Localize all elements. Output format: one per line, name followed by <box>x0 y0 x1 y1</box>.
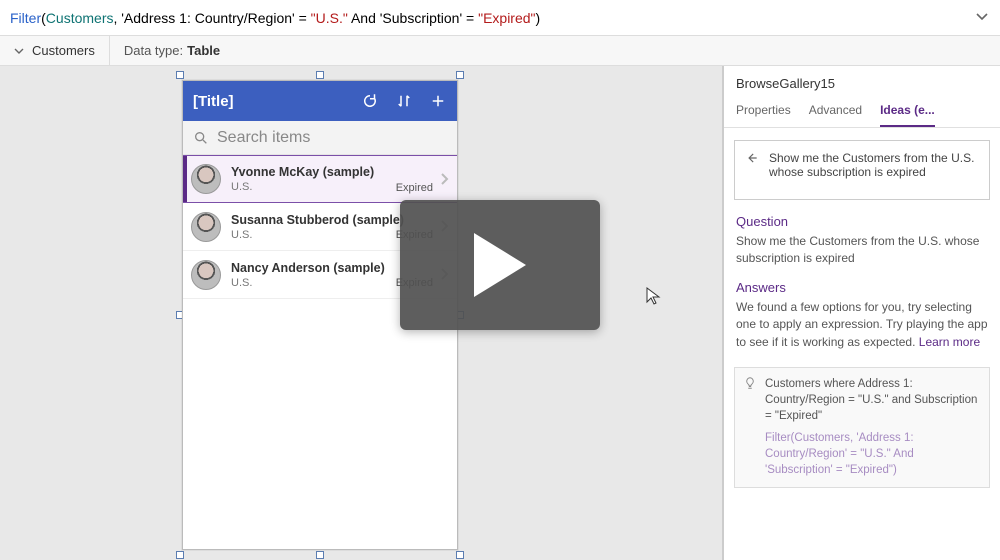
tab-ideas[interactable]: Ideas (e... <box>880 97 935 127</box>
sort-icon[interactable] <box>395 92 413 110</box>
avatar <box>191 164 221 194</box>
answer-description: Customers where Address 1: Country/Regio… <box>765 376 979 424</box>
formula-text: Filter(Customers, 'Address 1: Country/Re… <box>10 10 540 26</box>
question-section: Question Show me the Customers from the … <box>724 210 1000 276</box>
tab-advanced[interactable]: Advanced <box>809 97 862 127</box>
question-body: Show me the Customers from the U.S. whos… <box>736 233 988 268</box>
idea-prompt-text: Show me the Customers from the U.S. whos… <box>769 151 977 179</box>
resize-handle[interactable] <box>176 551 184 559</box>
formula-result-name[interactable]: Customers <box>0 36 110 65</box>
search-icon <box>193 130 209 146</box>
answers-section: Answers We found a few options for you, … <box>724 276 1000 359</box>
question-heading: Question <box>736 214 988 229</box>
tab-properties[interactable]: Properties <box>736 97 791 127</box>
formula-bar[interactable]: Filter(Customers, 'Address 1: Country/Re… <box>0 0 1000 36</box>
screen-title: [Title] <box>193 93 234 110</box>
datatype-segment: Data type: Table <box>110 36 234 65</box>
lightbulb-icon <box>743 376 757 390</box>
panel-tabs: Properties Advanced Ideas (e... <box>724 97 1000 128</box>
add-icon[interactable] <box>429 92 447 110</box>
refresh-icon[interactable] <box>361 92 379 110</box>
back-arrow-icon[interactable] <box>745 151 759 165</box>
formula-info-bar: Customers Data type: Table <box>0 36 1000 66</box>
answers-heading: Answers <box>736 280 988 295</box>
cursor-icon <box>645 286 661 306</box>
resize-handle[interactable] <box>316 551 324 559</box>
properties-panel: BrowseGallery15 Properties Advanced Idea… <box>722 66 1000 560</box>
resize-handle[interactable] <box>316 71 324 79</box>
chevron-down-icon <box>14 46 24 56</box>
app-header: [Title] <box>183 81 457 121</box>
resize-handle[interactable] <box>176 71 184 79</box>
resize-handle[interactable] <box>456 551 464 559</box>
entity-name: Customers <box>32 43 95 58</box>
search-row[interactable]: Search items <box>183 121 457 155</box>
chevron-right-icon <box>439 172 449 186</box>
idea-input-box[interactable]: Show me the Customers from the U.S. whos… <box>734 140 990 200</box>
list-item[interactable]: Yvonne McKay (sample) U.S. Expired <box>183 155 457 203</box>
learn-more-link[interactable]: Learn more <box>919 335 980 349</box>
datatype-value: Table <box>187 43 220 58</box>
answer-formula: Filter(Customers, 'Address 1: Country/Re… <box>765 430 979 478</box>
avatar <box>191 260 221 290</box>
resize-handle[interactable] <box>456 71 464 79</box>
selection-indicator <box>183 156 187 202</box>
answers-body: We found a few options for you, try sele… <box>736 299 988 351</box>
selected-control-name: BrowseGallery15 <box>724 72 1000 97</box>
play-icon <box>474 233 526 297</box>
play-button[interactable] <box>400 200 600 330</box>
avatar <box>191 212 221 242</box>
item-name: Yvonne McKay (sample) <box>231 165 449 179</box>
item-status: Expired <box>396 182 433 194</box>
datatype-label: Data type: <box>124 43 183 58</box>
search-placeholder: Search items <box>217 129 310 147</box>
answer-option[interactable]: Customers where Address 1: Country/Regio… <box>734 367 990 488</box>
formula-expand-icon[interactable] <box>974 8 990 24</box>
